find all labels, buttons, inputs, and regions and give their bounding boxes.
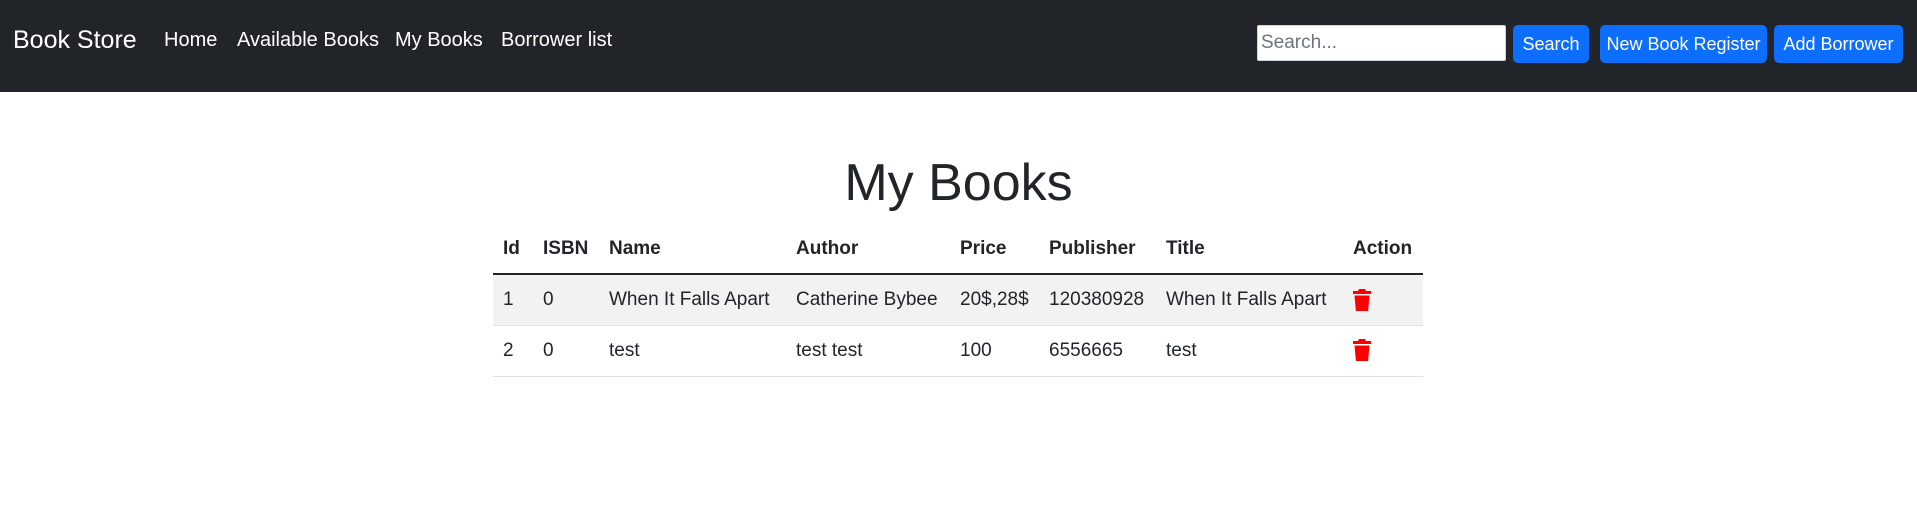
column-header-title: Title	[1156, 224, 1343, 275]
cell-name: test	[599, 325, 786, 377]
nav-link-home[interactable]: Home	[164, 27, 217, 53]
table-row: 2 0 test test test 100 6556665 test	[493, 325, 1423, 377]
column-header-author: Author	[786, 224, 950, 275]
new-book-register-button[interactable]: New Book Register	[1600, 25, 1767, 63]
column-header-isbn: ISBN	[533, 224, 599, 275]
column-header-publisher: Publisher	[1039, 224, 1156, 275]
cell-isbn: 0	[533, 325, 599, 377]
cell-author: Catherine Bybee	[786, 274, 950, 326]
brand-logo[interactable]: Book Store	[13, 24, 137, 56]
cell-isbn: 0	[533, 274, 599, 326]
add-borrower-button[interactable]: Add Borrower	[1774, 25, 1903, 63]
nav-link-my-books[interactable]: My Books	[395, 27, 483, 53]
table-row: 1 0 When It Falls Apart Catherine Bybee …	[493, 274, 1423, 326]
column-header-action: Action	[1343, 224, 1423, 275]
cell-author: test test	[786, 325, 950, 377]
navbar: Book Store Home Available Books My Books…	[0, 0, 1917, 92]
cell-action	[1343, 325, 1423, 377]
cell-action	[1343, 274, 1423, 326]
page-title: My Books	[844, 154, 1073, 212]
cell-title: When It Falls Apart	[1156, 274, 1343, 326]
column-header-name: Name	[599, 224, 786, 275]
nav-link-available-books[interactable]: Available Books	[237, 27, 379, 53]
cell-publisher: 6556665	[1039, 325, 1156, 377]
column-header-id: Id	[493, 224, 533, 275]
books-table: Id ISBN Name Author Price Publisher Titl…	[493, 224, 1423, 377]
trash-icon[interactable]	[1353, 288, 1371, 311]
cell-title: test	[1156, 325, 1343, 377]
nav-link-borrower-list[interactable]: Borrower list	[501, 27, 612, 53]
search-input[interactable]	[1257, 25, 1506, 61]
cell-name: When It Falls Apart	[599, 274, 786, 326]
cell-price: 100	[950, 325, 1039, 377]
table-header-row: Id ISBN Name Author Price Publisher Titl…	[493, 224, 1423, 275]
trash-icon[interactable]	[1353, 339, 1371, 362]
cell-publisher: 120380928	[1039, 274, 1156, 326]
column-header-price: Price	[950, 224, 1039, 275]
search-button[interactable]: Search	[1513, 25, 1589, 63]
cell-id: 1	[493, 274, 533, 326]
cell-id: 2	[493, 325, 533, 377]
cell-price: 20$,28$	[950, 274, 1039, 326]
